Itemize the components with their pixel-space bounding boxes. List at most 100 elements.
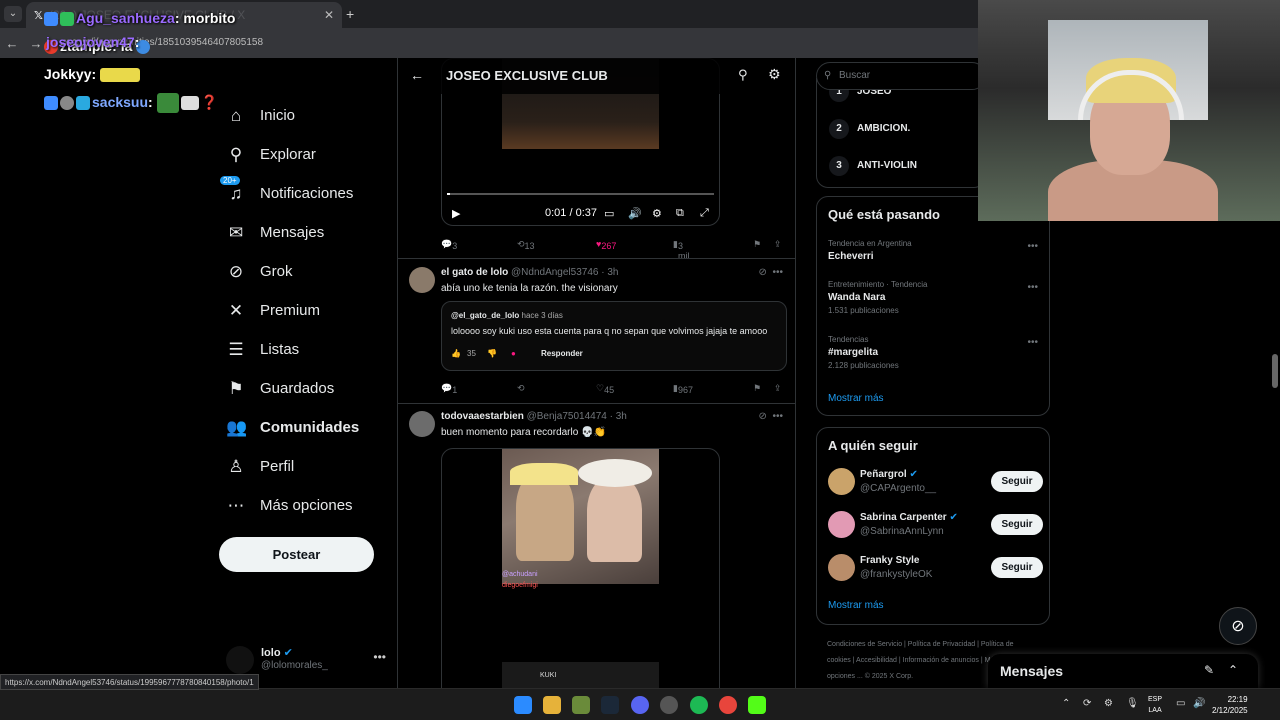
show-more-link[interactable]: Mostrar más (828, 393, 884, 404)
video-progress-bar[interactable] (447, 193, 714, 195)
more-icon[interactable]: ••• (1027, 282, 1038, 293)
grok-icon[interactable]: ⊘ (1219, 607, 1257, 645)
follow-button[interactable]: Seguir (991, 514, 1043, 535)
tray-icon[interactable]: ⟳ (1083, 698, 1091, 709)
post[interactable]: todovaaestarbien @Benja75014474 · 3h ⊘ •… (398, 411, 795, 688)
gear-icon[interactable]: ⚙ (768, 66, 781, 83)
nav-grok[interactable]: ⊘ Grok (218, 252, 388, 291)
spotify-icon[interactable] (690, 696, 708, 714)
tray-icon[interactable]: ⚙ (1104, 698, 1113, 709)
follow-button[interactable]: Seguir (991, 557, 1043, 578)
close-tab-icon[interactable]: ✕ (324, 8, 334, 22)
grok-icon[interactable]: ⊘ (759, 267, 767, 278)
reply-link[interactable]: Responder (541, 349, 583, 358)
clock[interactable]: 22:19 2/12/2025 (1212, 694, 1248, 716)
thumbs-up-icon[interactable]: 👍 (451, 349, 461, 358)
left-nav: ⌂ Inicio ⚲ Explorar 20+ ♫ Notificaciones ✉ Me… (218, 96, 388, 525)
repost-button[interactable]: ⟲ (517, 383, 525, 394)
tab-search-icon[interactable]: ⌄ (4, 6, 22, 22)
embedded-comment[interactable]: @el_gato_de_lolo hace 3 días loloooo soy… (441, 301, 787, 371)
chevron-up-icon[interactable]: ⌃ (1062, 698, 1070, 709)
chat-line: Agu_sanhueza: morbito (44, 4, 235, 32)
app-icon[interactable] (660, 696, 678, 714)
post-button[interactable]: Postear (219, 537, 374, 572)
views-button[interactable]: ▮ 967 (673, 383, 693, 395)
fullscreen-icon[interactable]: ⤢ (700, 207, 709, 220)
back-icon[interactable]: ← (0, 36, 24, 51)
nav-home[interactable]: ⌂ Inicio (218, 96, 388, 135)
new-tab-icon[interactable]: + (346, 6, 354, 22)
network-icon[interactable]: ▭ (1176, 698, 1185, 709)
nav-premium[interactable]: ✕ Premium (218, 291, 388, 330)
nav-bookmarks[interactable]: ⚑ Guardados (218, 369, 388, 408)
nav-explore[interactable]: ⚲ Explorar (218, 135, 388, 174)
show-more-link[interactable]: Mostrar más (828, 600, 884, 611)
like-button[interactable]: ♡ 45 (596, 383, 614, 395)
bookmark-icon[interactable]: ⚑ (753, 383, 761, 394)
account-switcher[interactable]: lolo ✔ @lolomorales_ ••• (226, 644, 386, 674)
post-image[interactable]: @achudani diegoefmigi KUKI (441, 448, 720, 688)
thumbs-down-icon[interactable]: 👎 (487, 349, 497, 358)
nav-communities[interactable]: 👥 Comunidades (218, 408, 388, 447)
bookmark-icon[interactable]: ⚑ (753, 239, 761, 250)
avatar[interactable] (409, 411, 435, 437)
settings-icon[interactable]: ⚙ (652, 207, 662, 220)
nav-label: Inicio (260, 107, 296, 124)
windows-start-icon[interactable] (514, 696, 532, 714)
nav-messages[interactable]: ✉ Mensajes (218, 213, 388, 252)
post-handle[interactable]: @Benja75014474 (527, 411, 607, 422)
rank-item[interactable]: 2 AMBICION. (829, 119, 910, 139)
file-explorer-icon[interactable] (543, 696, 561, 714)
rank-item[interactable]: 3 ANTI-VIOLIN (829, 156, 917, 176)
follow-suggestion[interactable]: Sabrina Carpenter ✔ @SabrinaAnnLynn Segu… (828, 511, 1043, 541)
search-input[interactable]: ⚲ Buscar (816, 62, 986, 90)
share-icon[interactable]: ⇪ (774, 239, 782, 250)
nav-notifications[interactable]: 20+ ♫ Notificaciones (218, 174, 388, 213)
chrome-icon[interactable] (719, 696, 737, 714)
follow-suggestion[interactable]: Peñargrol ✔ @CAPArgento__ Seguir (828, 468, 1043, 498)
reply-button[interactable]: 💬 3 (441, 239, 457, 251)
avatar[interactable] (409, 267, 435, 293)
views-button[interactable]: ▮ 3 mil (673, 239, 689, 261)
language-indicator[interactable]: ESP LAA (1148, 694, 1162, 716)
new-message-icon[interactable]: ✎ (1204, 663, 1214, 677)
captions-icon[interactable]: ▭ (604, 207, 614, 220)
more-icon[interactable]: ••• (1027, 241, 1038, 252)
play-icon[interactable]: ▶ (452, 207, 460, 220)
volume-icon[interactable]: 🔊 (628, 207, 642, 220)
messages-drawer[interactable]: Mensajes ✎ ⌃ (988, 654, 1258, 688)
nav-profile[interactable]: ♙ Perfil (218, 447, 388, 486)
avatar[interactable] (828, 554, 855, 581)
post-author[interactable]: el gato de lolo (441, 267, 508, 278)
steam-icon[interactable] (601, 696, 619, 714)
nav-more[interactable]: ⋯ Más opciones (218, 486, 388, 525)
grok-icon[interactable]: ⊘ (759, 411, 767, 422)
post-handle[interactable]: @NdndAngel53746 (511, 267, 598, 278)
avatar[interactable] (828, 468, 855, 495)
discord-icon[interactable] (631, 696, 649, 714)
like-button[interactable]: ♥ 267 (596, 239, 616, 251)
kick-icon[interactable] (748, 696, 766, 714)
nav-lists[interactable]: ☰ Listas (218, 330, 388, 369)
volume-icon[interactable]: 🔊 (1193, 698, 1205, 709)
app-icon[interactable] (572, 696, 590, 714)
pip-icon[interactable]: ⧉ (676, 207, 684, 220)
microphone-icon[interactable]: 🎙 (1126, 698, 1139, 709)
post-author[interactable]: todovaaestarbien (441, 411, 524, 422)
share-icon[interactable]: ⇪ (774, 383, 782, 394)
repost-button[interactable]: ⟲ 13 (517, 239, 535, 251)
follow-suggestion[interactable]: Franky Style @frankystyleOK Seguir (828, 554, 1043, 584)
trend-item[interactable]: Tendencia en Argentina Echeverri ••• (828, 239, 1038, 262)
more-icon[interactable]: ••• (1027, 337, 1038, 348)
trend-item[interactable]: Entretenimiento · Tendencia Wanda Nara 1… (828, 280, 1038, 315)
chevron-up-icon[interactable]: ⌃ (1228, 663, 1238, 677)
avatar[interactable] (828, 511, 855, 538)
more-icon[interactable]: ••• (772, 411, 783, 422)
trend-item[interactable]: Tendencias #margelita 2.128 publicacione… (828, 335, 1038, 370)
more-icon[interactable]: ••• (373, 650, 386, 664)
search-icon[interactable]: ⚲ (738, 67, 748, 83)
more-icon[interactable]: ••• (772, 267, 783, 278)
back-arrow-icon[interactable]: ← (410, 67, 424, 83)
reply-button[interactable]: 💬 1 (441, 383, 457, 395)
follow-button[interactable]: Seguir (991, 471, 1043, 492)
